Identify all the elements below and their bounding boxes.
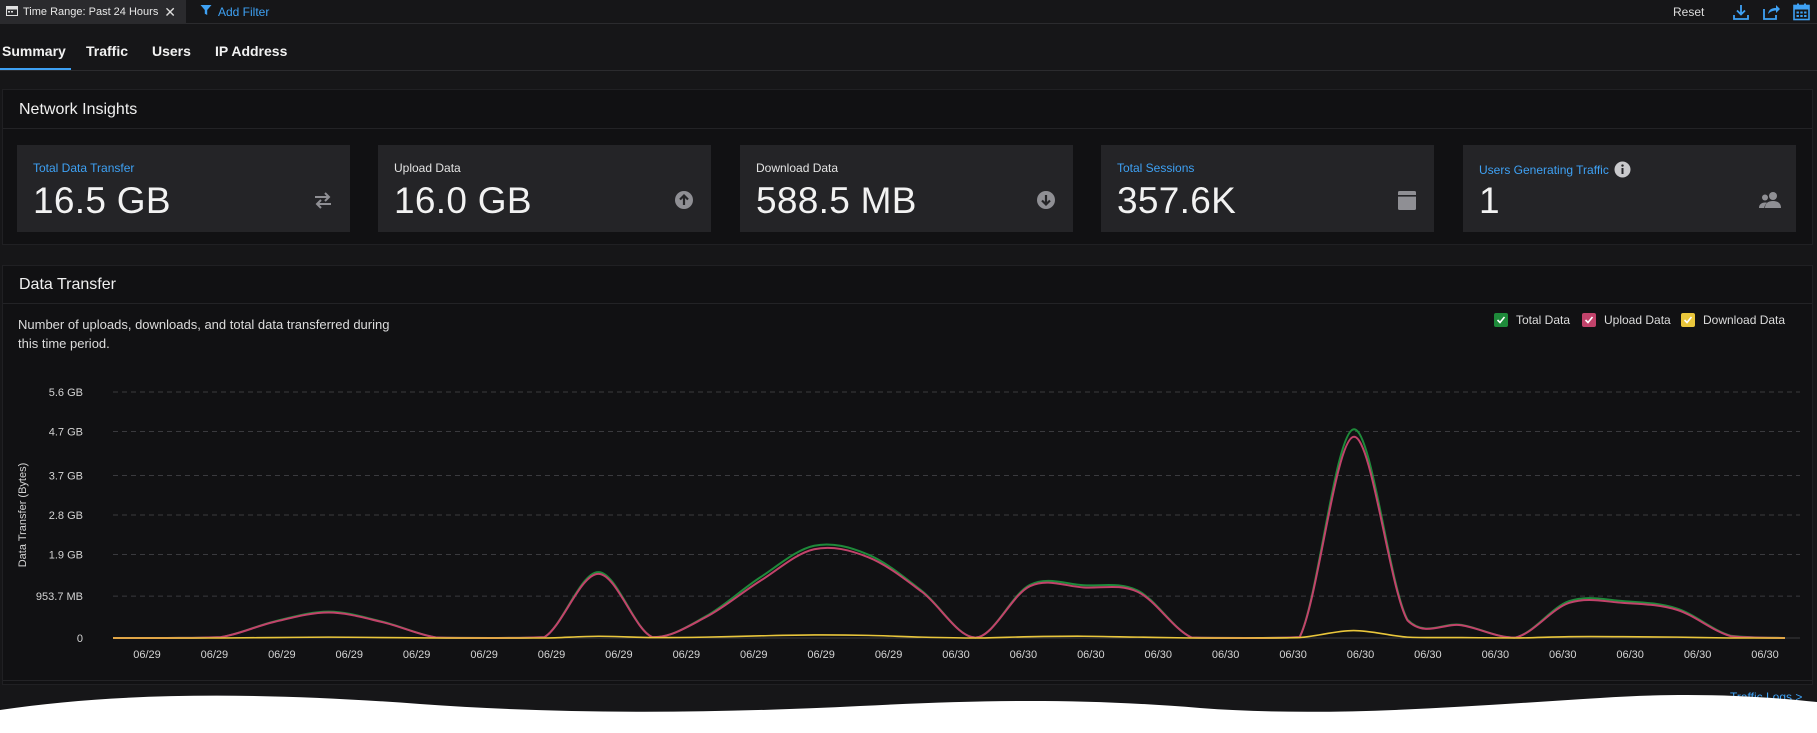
series-line-download-data [113, 629, 1785, 639]
filter-bar: Time Range: Past 24 Hours ✕ Add Filter R… [0, 0, 1817, 24]
legend-upload-data[interactable]: Upload Data [1582, 313, 1671, 327]
add-filter-label: Add Filter [218, 4, 270, 19]
x-tick-label: 06/30 [1010, 649, 1038, 661]
legend-total-data[interactable]: Total Data [1494, 313, 1570, 327]
x-tick-label: 06/30 [1549, 649, 1577, 661]
x-tick-label: 06/30 [1077, 649, 1105, 661]
x-tick-label: 06/30 [1144, 649, 1172, 661]
tab-bar: Summary Traffic Users IP Address [0, 37, 1817, 71]
x-tick-label: 06/30 [942, 649, 970, 661]
panel-divider [3, 303, 1812, 304]
metric-card-upload-data[interactable]: Upload Data 16.0 GB [378, 145, 711, 232]
series-line-total-data [113, 428, 1786, 640]
tab-ip-address[interactable]: IP Address [215, 43, 287, 59]
x-tick-label: 06/29 [201, 649, 229, 661]
panel-divider [3, 128, 1812, 129]
metric-card-download-data[interactable]: Download Data 588.5 MB [740, 145, 1073, 232]
y-tick-label: 3.7 GB [49, 470, 83, 482]
card-label: Total Sessions [1117, 161, 1195, 175]
x-tick-label: 06/29 [470, 649, 498, 661]
chart-description: Number of uploads, downloads, and total … [18, 317, 390, 351]
x-tick-label: 06/30 [1751, 649, 1779, 661]
y-tick-label: 5.6 GB [49, 387, 83, 399]
download-icon[interactable] [1731, 3, 1751, 21]
y-axis-label: Data Transfer (Bytes) [17, 463, 29, 568]
card-value: 16.0 GB [394, 180, 532, 221]
reset-button[interactable]: Reset [1673, 5, 1704, 19]
y-tick-label: 2.8 GB [49, 510, 83, 522]
x-tick-label: 06/30 [1482, 649, 1510, 661]
sessions-icon [1396, 189, 1418, 211]
x-tick-label: 06/30 [1414, 649, 1442, 661]
close-icon[interactable]: ✕ [164, 4, 176, 21]
panel-divider [3, 680, 1812, 681]
card-value: 16.5 GB [33, 180, 171, 221]
filter-icon [200, 4, 218, 19]
add-filter-button[interactable]: Add Filter [200, 4, 269, 19]
metric-card-users-generating-traffic[interactable]: Users Generating Traffic 1 [1463, 145, 1796, 232]
tab-traffic[interactable]: Traffic [86, 43, 128, 59]
data-transfer-title: Data Transfer [19, 276, 116, 293]
data-transfer-chart[interactable]: 0 953.7 MB 1.9 GB 2.8 GB 3.7 GB 4.7 GB 5.6 GB D… [0, 372, 1817, 662]
x-tick-label: 06/29 [268, 649, 296, 661]
legend-label: Upload Data [1604, 313, 1671, 327]
x-tick-label: 06/29 [605, 649, 633, 661]
time-range-chip[interactable]: Time Range: Past 24 Hours ✕ [0, 0, 186, 24]
legend-label: Download Data [1703, 313, 1786, 327]
x-tick-label: 06/29 [133, 649, 161, 661]
torn-edge-decoration [0, 695, 1817, 733]
x-tick-label: 06/29 [740, 649, 768, 661]
y-tick-label: 0 [77, 633, 83, 645]
x-tick-label: 06/29 [335, 649, 363, 661]
tab-users[interactable]: Users [152, 43, 191, 59]
legend-label: Total Data [1516, 313, 1571, 327]
download-circle-icon [1035, 189, 1057, 211]
x-tick-label: 06/30 [1212, 649, 1240, 661]
network-insights-title: Network Insights [19, 101, 138, 118]
calendar-icon[interactable] [1792, 3, 1812, 21]
y-tick-label: 1.9 GB [49, 550, 83, 562]
x-tick-label: 06/29 [403, 649, 431, 661]
checkbox-checked-icon [1494, 313, 1508, 327]
x-tick-label: 06/29 [538, 649, 566, 661]
series-line-upload-data [113, 435, 1786, 640]
y-tick-label: 4.7 GB [49, 427, 83, 439]
card-value: 588.5 MB [756, 180, 917, 221]
active-tab-indicator [0, 68, 71, 70]
upload-icon [673, 189, 695, 211]
legend-download-data[interactable]: Download Data [1681, 313, 1785, 327]
calendar-small-icon [6, 5, 23, 19]
users-icon [1758, 189, 1781, 211]
x-tick-label: 06/30 [1684, 649, 1712, 661]
transfer-arrows-icon [312, 189, 334, 211]
time-range-label: Time Range: Past 24 Hours [23, 6, 159, 18]
info-icon[interactable] [1614, 161, 1631, 178]
checkbox-checked-icon [1681, 313, 1695, 327]
x-tick-label: 06/30 [1279, 649, 1307, 661]
card-value: 1 [1479, 180, 1500, 221]
y-tick-label: 953.7 MB [36, 591, 83, 603]
tab-summary[interactable]: Summary [2, 43, 66, 59]
x-tick-label: 06/29 [807, 649, 835, 661]
card-value: 357.6K [1117, 180, 1237, 221]
card-label: Total Data Transfer [33, 161, 135, 175]
x-tick-label: 06/29 [673, 649, 701, 661]
metric-card-total-sessions[interactable]: Total Sessions 357.6K [1101, 145, 1434, 232]
metric-card-total-data-transfer[interactable]: Total Data Transfer 16.5 GB [17, 145, 350, 232]
x-tick-label: 06/29 [875, 649, 903, 661]
card-label-text: Users Generating Traffic [1479, 162, 1609, 177]
app-window: Time Range: Past 24 Hours ✕ Add Filter R… [0, 0, 1817, 733]
checkbox-checked-icon [1582, 313, 1596, 327]
card-label: Download Data [756, 161, 839, 175]
card-label: Users Generating Traffic [1479, 161, 1631, 178]
card-label: Upload Data [394, 161, 461, 175]
x-tick-label: 06/30 [1347, 649, 1375, 661]
x-tick-label: 06/30 [1616, 649, 1644, 661]
share-icon[interactable] [1761, 3, 1781, 21]
